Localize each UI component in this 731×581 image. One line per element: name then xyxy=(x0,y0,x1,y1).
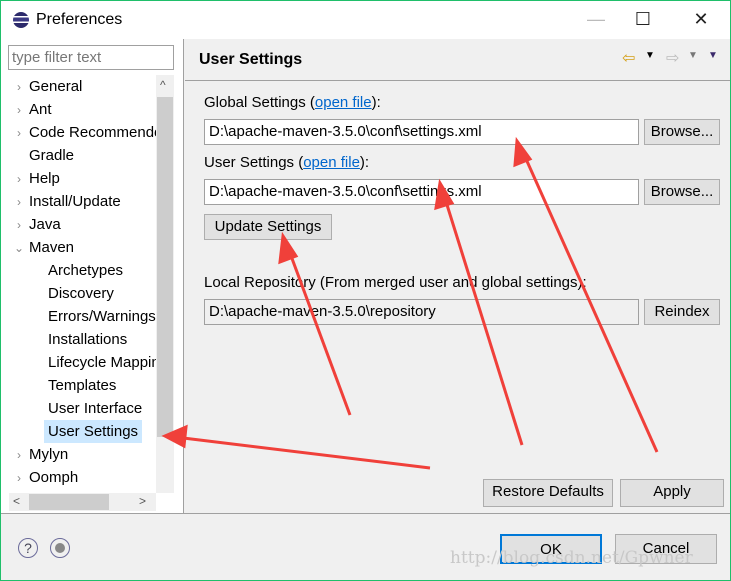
arrow-to-user-settings xyxy=(441,191,524,446)
arrow-head xyxy=(513,136,533,168)
arrow-to-update-settings xyxy=(285,244,352,416)
arrow-head xyxy=(278,231,299,265)
arrow-head xyxy=(434,178,455,211)
arrow-to-global-settings xyxy=(520,149,659,453)
arrow-head xyxy=(161,424,188,449)
annotation-arrows xyxy=(161,136,659,470)
arrow-to-user-settings-item xyxy=(174,435,431,470)
